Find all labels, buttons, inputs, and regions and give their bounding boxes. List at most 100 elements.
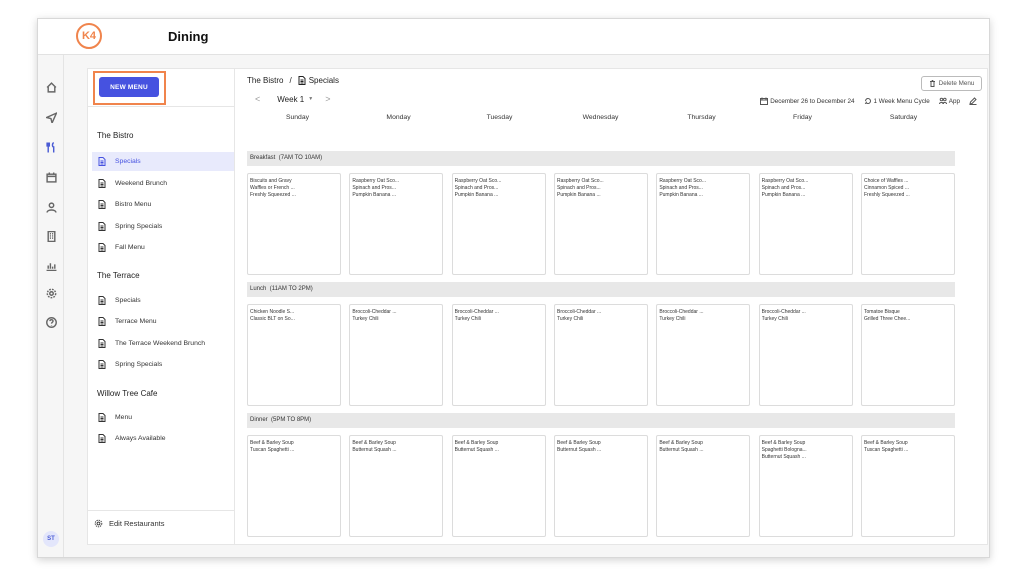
meal-header-lunch: Lunch (11AM TO 2PM): [247, 282, 955, 297]
week-selector[interactable]: Week 1: [277, 95, 304, 104]
menu-item-menu[interactable]: Menu: [92, 408, 234, 427]
menu-dish: Tuscan Spaghetti ...: [250, 447, 295, 453]
meal-cell-sunday[interactable]: Chicken Noodle S... Classic BLT on So...: [247, 304, 341, 406]
menu-dish: Turkey Chili: [454, 316, 481, 322]
menu-calendar: The Bistro / Specials Delete Menu < Week…: [235, 69, 987, 544]
menu-cycle[interactable]: 1 Week Menu Cycle: [874, 98, 930, 105]
document-icon: [98, 200, 106, 209]
menu-dish: Tuscan Spaghetti ...: [863, 447, 909, 453]
avatar[interactable]: ST: [43, 531, 59, 547]
week-navigation: < Week 1 ▼ >: [255, 94, 330, 104]
meal-name: Lunch: [250, 286, 267, 292]
gear-icon[interactable]: [42, 284, 60, 302]
meal-cell-friday[interactable]: Beef & Barley Soup Spaghetti Bologna... Bu…: [758, 435, 853, 537]
menu-dish: Spinach and Pros...: [352, 185, 396, 191]
menu-item-label: Menu: [115, 414, 133, 421]
meal-cell-wednesday[interactable]: Raspberry Oat Sco... Spinach and Pros... P…: [553, 173, 648, 275]
menu-dish: Raspberry Oat Sco...: [454, 178, 502, 184]
utensils-icon[interactable]: [42, 138, 60, 156]
meal-cell-tuesday[interactable]: Beef & Barley Soup Butternut Squash ...: [451, 435, 546, 537]
meal-cell-saturday[interactable]: Beef & Barley Soup Tuscan Spaghetti ...: [860, 435, 955, 537]
building-icon[interactable]: [42, 227, 60, 245]
meal-cell-monday[interactable]: Beef & Barley Soup Butternut Squash ...: [349, 435, 444, 537]
trash-icon: [929, 80, 935, 87]
meal-cell-thursday[interactable]: Broccoli-Cheddar ... Turkey Chili: [656, 304, 751, 406]
breadcrumb-separator: /: [289, 76, 292, 85]
meal-row-lunch: Chicken Noodle S... Classic BLT on So... B…: [247, 304, 955, 406]
menu-dish: Turkey Chili: [352, 316, 379, 322]
edit-restaurants-button[interactable]: Edit Restaurants: [94, 519, 164, 528]
menu-item-label: Spring Specials: [115, 223, 163, 230]
date-range[interactable]: December 26 to December 24: [770, 98, 854, 105]
meal-cell-saturday[interactable]: Choice of Waffles ... Cinnamon Spiced ...…: [860, 173, 955, 275]
meal-cell-wednesday[interactable]: Beef & Barley Soup Butternut Squash ...: [553, 435, 648, 537]
menu-dish: Broccoli-Cheddar ...: [352, 309, 397, 315]
home-icon[interactable]: [42, 78, 60, 96]
send-icon[interactable]: [42, 108, 60, 126]
edit-restaurants-label: Edit Restaurants: [109, 519, 165, 528]
menu-dish: Raspberry Oat Sco...: [761, 178, 809, 184]
menu-item-specials[interactable]: Specials: [92, 291, 234, 310]
menu-item-bistro-menu[interactable]: Bistro Menu: [92, 195, 234, 214]
meal-cell-tuesday[interactable]: Raspberry Oat Sco... Spinach and Pros... P…: [451, 173, 546, 275]
menu-dish: Spinach and Pros...: [556, 185, 601, 191]
document-icon: [98, 157, 106, 166]
menu-item-spring-specials[interactable]: Spring Specials: [92, 355, 234, 374]
edit-icon[interactable]: [969, 97, 977, 105]
meal-cell-friday[interactable]: Broccoli-Cheddar ... Turkey Chili: [758, 304, 853, 406]
menu-item-label: Fall Menu: [115, 244, 145, 251]
meal-cell-sunday[interactable]: Beef & Barley Soup Tuscan Spaghetti ...: [247, 435, 341, 537]
chevron-down-icon[interactable]: ▼: [308, 96, 313, 102]
user-icon[interactable]: [42, 198, 60, 216]
menu-item-the-terrace-weekend-brunch[interactable]: The Terrace Weekend Brunch: [92, 334, 234, 353]
main-content: NEW MENU The Bistro Specials Weekend Brunc…: [87, 68, 988, 545]
day-header-thursday: Thursday: [687, 114, 716, 121]
menu-dish: Raspberry Oat Sco...: [659, 178, 706, 184]
menu-item-spring-specials[interactable]: Spring Specials: [92, 217, 234, 236]
menu-dish: Spinach and Pros...: [761, 185, 806, 191]
menu-item-label: Specials: [115, 158, 141, 165]
meal-cell-monday[interactable]: Broccoli-Cheddar ... Turkey Chili: [349, 304, 444, 406]
document-icon: [98, 296, 106, 305]
menu-dish: Pumpkin Banana ...: [659, 192, 703, 198]
menu-dish: Turkey Chili: [556, 316, 584, 322]
menu-item-terrace-menu[interactable]: Terrace Menu: [92, 312, 234, 331]
menu-item-specials[interactable]: Specials: [92, 152, 234, 171]
menu-item-label: Spring Specials: [115, 361, 163, 368]
app-logo[interactable]: K4: [76, 23, 102, 49]
calendar-icon[interactable]: [42, 168, 60, 186]
chart-icon[interactable]: [42, 256, 60, 274]
day-header-tuesday: Tuesday: [486, 114, 513, 121]
meal-cell-saturday[interactable]: Tomatoe Bisque Grilled Three Chee...: [860, 304, 955, 406]
menu-dish: Beef & Barley Soup: [250, 440, 294, 446]
breadcrumb-restaurant[interactable]: The Bistro: [247, 76, 283, 85]
document-icon: [98, 243, 106, 252]
meal-cell-wednesday[interactable]: Broccoli-Cheddar ... Turkey Chili: [553, 304, 648, 406]
meal-cell-friday[interactable]: Raspberry Oat Sco... Spinach and Pros... P…: [758, 173, 853, 275]
cycle-icon: [864, 98, 871, 104]
menu-item-label: Specials: [115, 297, 141, 304]
meal-cell-sunday[interactable]: Biscuits and Gravy Waffles or French ... F…: [247, 173, 341, 275]
new-menu-button[interactable]: NEW MENU: [99, 77, 159, 97]
menu-dish: Spaghetti Bologna...: [761, 447, 807, 453]
menu-dish: Beef & Barley Soup: [454, 440, 499, 446]
menu-dish: Classic BLT on So...: [250, 316, 295, 322]
delete-menu-label: Delete Menu: [938, 80, 975, 87]
menu-item-weekend-brunch[interactable]: Weekend Brunch: [92, 174, 234, 193]
menu-dish: Freshly Squeezed ...: [863, 192, 910, 198]
meal-cell-tuesday[interactable]: Broccoli-Cheddar ... Turkey Chili: [451, 304, 546, 406]
meal-time: (11AM TO 2PM): [269, 286, 313, 292]
meal-cell-thursday[interactable]: Raspberry Oat Sco... Spinach and Pros... P…: [656, 173, 751, 275]
next-week-button[interactable]: >: [325, 94, 330, 104]
help-icon[interactable]: [42, 313, 60, 331]
menu-item-always-available[interactable]: Always Available: [92, 429, 234, 448]
day-header-friday: Friday: [793, 114, 812, 121]
delete-menu-button[interactable]: Delete Menu: [921, 76, 982, 91]
meal-cell-monday[interactable]: Raspberry Oat Sco... Spinach and Pros... P…: [349, 173, 444, 275]
prev-week-button[interactable]: <: [255, 94, 260, 104]
calendar-icon: [760, 97, 769, 105]
meal-cell-thursday[interactable]: Beef & Barley Soup Butternut Squash ...: [656, 435, 751, 537]
app-toggle[interactable]: App: [949, 98, 960, 105]
menu-dish: Butternut Squash ...: [556, 447, 602, 453]
menu-item-fall-menu[interactable]: Fall Menu: [92, 238, 234, 257]
